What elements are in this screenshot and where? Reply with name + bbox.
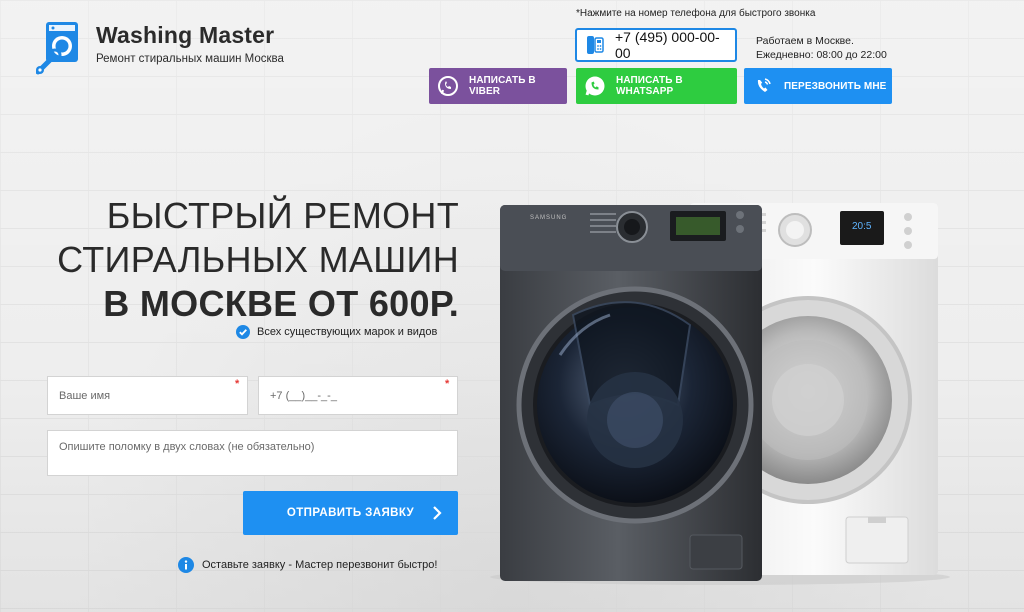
working-hours: Работаем в Москве. Ежедневно: 08:00 до 2… <box>756 34 887 62</box>
submit-label: ОТПРАВИТЬ ЗАЯВКУ <box>286 507 415 519</box>
phone-link[interactable]: +7 (495) 000-00-00 <box>575 28 737 62</box>
viber-label: НАПИСАТЬ В VIBER <box>469 75 536 97</box>
required-mark-name: * <box>235 378 240 390</box>
brands-note-text: Всех существующих марок и видов <box>257 326 438 338</box>
logo-title: Washing Master <box>96 22 275 48</box>
hours-city: Работаем в Москве. <box>756 35 854 47</box>
callback-label: ПЕРЕЗВОНИТЬ МНЕ <box>784 80 887 92</box>
hero-line-1: БЫСТРЫЙ РЕМОНТ <box>106 195 459 236</box>
washing-machines-image: 20:5 SAMSUNG <box>490 195 950 585</box>
brands-note: Всех существующих марок и видов <box>236 325 437 339</box>
hero-line-3: В МОСКВЕ ОТ 600Р. <box>103 283 459 324</box>
whatsapp-button[interactable]: НАПИСАТЬ В WHATSAPP <box>576 68 737 104</box>
submit-button[interactable]: ОТПРАВИТЬ ЗАЯВКУ <box>243 491 458 535</box>
footnote-text: Оставьте заявку - Мастер перезвонит быст… <box>202 559 438 571</box>
name-input[interactable] <box>47 376 248 415</box>
info-icon <box>178 557 194 573</box>
hero-headline: БЫСТРЫЙ РЕМОНТ СТИРАЛЬНЫХ МАШИН В МОСКВЕ… <box>57 194 459 326</box>
viber-button[interactable]: НАПИСАТЬ В VIBER <box>429 68 567 104</box>
phone-icon <box>585 35 605 55</box>
logo-subtitle: Ремонт стиральных машин Москва <box>96 53 284 65</box>
form-footnote: Оставьте заявку - Мастер перезвонит быст… <box>178 557 437 573</box>
viber-icon <box>437 75 459 97</box>
whatsapp-icon <box>584 75 606 97</box>
chevron-right-icon <box>432 505 442 521</box>
machine-display-text: 20:5 <box>852 221 872 232</box>
phone-number: +7 (495) 000-00-00 <box>615 29 720 61</box>
hero-line-2: СТИРАЛЬНЫХ МАШИН <box>57 239 459 280</box>
whatsapp-label: НАПИСАТЬ В WHATSAPP <box>616 75 683 97</box>
hours-schedule: Ежедневно: 08:00 до 22:00 <box>756 49 887 61</box>
washing-machine-wrench-icon <box>35 20 88 76</box>
site-logo[interactable]: Washing Master Ремонт стиральных машин М… <box>35 20 284 76</box>
callback-button[interactable]: ПЕРЕЗВОНИТЬ МНЕ <box>744 68 892 104</box>
phone-input[interactable] <box>258 376 458 415</box>
call-note: *Нажмите на номер телефона для быстрого … <box>576 8 816 19</box>
machine-brand-text: SAMSUNG <box>530 215 567 221</box>
check-circle-icon <box>236 325 250 339</box>
issue-textarea[interactable] <box>47 430 458 476</box>
phone-callback-icon <box>752 75 774 97</box>
required-mark-phone: * <box>445 378 450 390</box>
